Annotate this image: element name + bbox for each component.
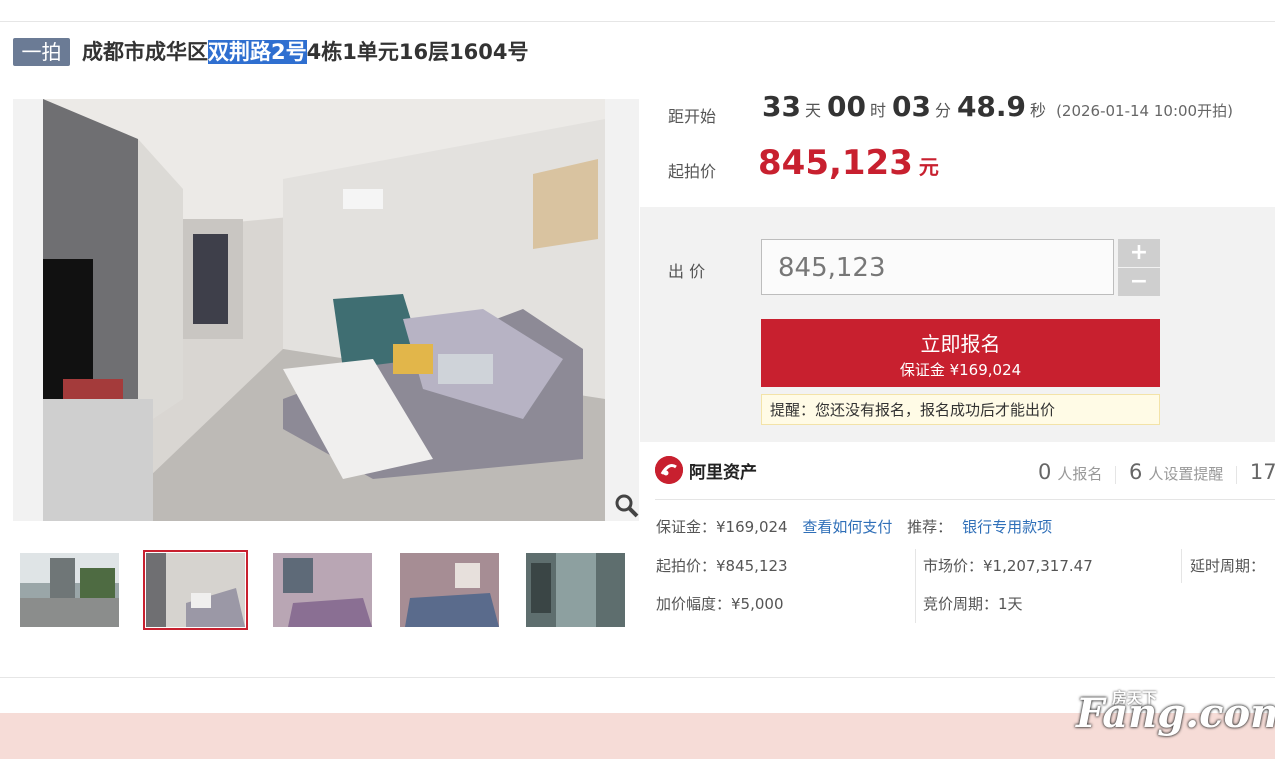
page-title: 成都市成华区双荆路2号4栋1单元16层1604号: [82, 37, 529, 67]
signup-label: 立即报名: [920, 332, 1001, 356]
start-time-note: (2026-01-14 10:00开拍): [1056, 102, 1233, 120]
bottom-divider: [0, 677, 1275, 678]
auction-stats: 0 人报名 6 人设置提醒 17: [1038, 460, 1275, 484]
detail-delay-period: 延时周期：: [1190, 557, 1266, 575]
countdown-hours: 00: [826, 90, 866, 123]
title-prefix: 成都市成华区: [82, 40, 208, 64]
bid-label: 出 价: [668, 262, 706, 281]
countdown-minutes: 03: [891, 90, 931, 123]
top-divider: [0, 21, 1275, 22]
deposit-text: 保证金：¥169,024: [656, 518, 788, 536]
views-count: 17: [1249, 460, 1275, 484]
thumbnail-5[interactable]: [526, 553, 625, 627]
minutes-unit: 分: [934, 101, 951, 120]
detail-start-price: 起拍价：¥845,123: [656, 557, 788, 575]
title-highlight: 双荆路2号: [208, 40, 307, 64]
countdown-label: 距开始: [668, 107, 717, 126]
starting-price-value: 845,123: [758, 143, 913, 183]
signups-count: 0: [1038, 460, 1052, 484]
bank-funds-link[interactable]: 银行专用款项: [962, 518, 1052, 536]
details-col-divider: [1181, 549, 1182, 583]
platform-name: 阿里资产: [689, 462, 757, 483]
thumbnail-4[interactable]: [400, 553, 499, 627]
countdown-days: 33: [762, 90, 801, 123]
details-col-divider: [915, 549, 916, 623]
details-divider: [655, 499, 1275, 500]
countdown-timer: 33 天 00 时 03 分 48.9 秒 (2026-01-14 10:00开拍): [762, 90, 1233, 123]
platform-brand[interactable]: 阿里资产: [655, 456, 757, 484]
title-suffix: 4栋1单元16层1604号: [306, 40, 529, 64]
thumbnail-3[interactable]: [273, 553, 372, 627]
signups-label: 人报名: [1057, 465, 1103, 483]
signup-button[interactable]: 立即报名 保证金 ¥169,024: [761, 319, 1160, 387]
how-to-pay-link[interactable]: 查看如何支付: [802, 518, 892, 536]
stats-divider: [1236, 465, 1238, 484]
countdown-seconds: 48.9: [956, 90, 1027, 123]
thumbnail-2-selected[interactable]: [143, 550, 248, 630]
zoom-icon[interactable]: [614, 493, 640, 519]
bid-amount-input[interactable]: 845,123: [761, 239, 1114, 295]
starting-price: 845,123 元: [758, 143, 939, 183]
signup-deposit: 保证金 ¥169,024: [899, 361, 1022, 379]
seconds-unit: 秒: [1030, 101, 1047, 120]
detail-auction-period: 竞价周期：1天: [923, 595, 1023, 613]
thumbnail-1[interactable]: [20, 553, 119, 627]
ali-assets-logo-icon: [655, 456, 683, 484]
hours-unit: 时: [869, 101, 886, 120]
price-unit: 元: [918, 155, 939, 179]
watermark-logo: Fang.com: [1076, 690, 1275, 737]
detail-increment: 加价幅度：¥5,000: [656, 595, 784, 613]
signup-reminder: 提醒：您还没有报名，报名成功后才能出价: [761, 394, 1160, 425]
detail-market-price: 市场价：¥1,207,317.47: [923, 557, 1093, 575]
detail-deposit: 保证金：¥169,024 查看如何支付 推荐： 银行专用款项: [656, 516, 1052, 537]
stats-divider: [1115, 465, 1117, 484]
auction-round-badge: 一拍: [13, 38, 70, 66]
reminders-label: 人设置提醒: [1148, 465, 1224, 483]
reminders-count: 6: [1128, 460, 1143, 484]
recommend-label: 推荐：: [907, 518, 953, 536]
starting-price-label: 起拍价: [668, 162, 717, 181]
bid-increase-button[interactable]: +: [1118, 239, 1160, 267]
bid-decrease-button[interactable]: −: [1118, 268, 1160, 296]
days-unit: 天: [804, 101, 821, 120]
main-photo[interactable]: [43, 99, 605, 521]
main-photo-frame: [13, 99, 639, 521]
